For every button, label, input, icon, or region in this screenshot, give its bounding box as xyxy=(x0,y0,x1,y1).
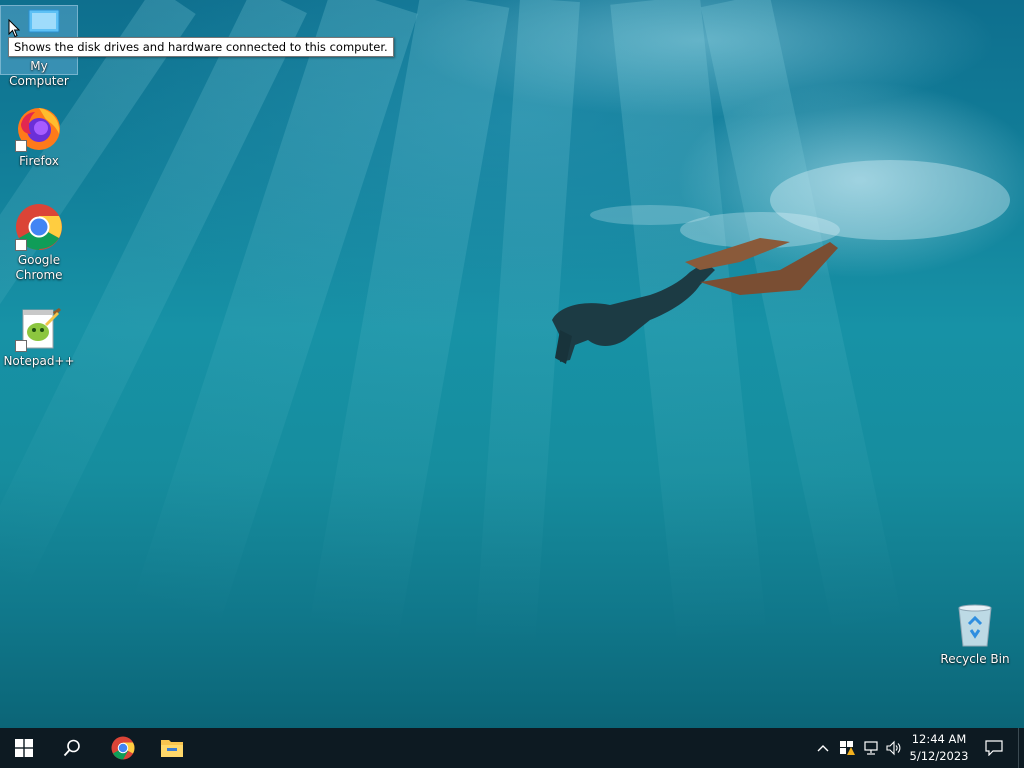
desktop-icon-firefox[interactable]: Firefox xyxy=(1,104,77,169)
windows-logo-icon xyxy=(15,739,33,757)
this-pc-icon xyxy=(15,6,63,36)
network-icon xyxy=(864,741,878,755)
desktop-icon-label: Firefox xyxy=(19,154,59,168)
desktop-icon-google-chrome[interactable]: Google Chrome xyxy=(1,203,77,283)
taskbar-chrome-button[interactable] xyxy=(99,728,147,768)
clock-date: 5/12/2023 xyxy=(909,749,969,763)
shortcut-arrow-icon xyxy=(15,239,27,251)
clock-time: 12:44 AM xyxy=(911,732,967,746)
freediver-silhouette xyxy=(552,160,1010,364)
shortcut-arrow-icon xyxy=(15,340,27,352)
recycle-bin-icon xyxy=(951,602,999,650)
desktop-icon-label: Recycle Bin xyxy=(940,652,1010,666)
folder-icon xyxy=(161,740,183,757)
tooltip: Shows the disk drives and hardware conne… xyxy=(8,37,394,57)
search-button[interactable] xyxy=(48,728,96,768)
windows-security-warning-icon xyxy=(840,741,855,755)
desktop-icon-label: Google Chrome xyxy=(15,253,63,282)
desktop-wallpaper xyxy=(0,0,1024,728)
network-tray-button[interactable] xyxy=(860,728,882,768)
taskbar-clock[interactable]: 12:44 AM 5/12/2023 xyxy=(906,728,972,768)
action-center-icon xyxy=(985,740,1003,756)
firefox-icon xyxy=(15,104,63,152)
action-center-button[interactable] xyxy=(976,728,1012,768)
desktop-icon-label: My Computer xyxy=(9,59,69,88)
volume-tray-button[interactable] xyxy=(883,728,905,768)
desktop-icon-label: Notepad++ xyxy=(3,354,75,368)
chrome-icon xyxy=(111,736,135,760)
windows-security-tray-button[interactable] xyxy=(836,728,858,768)
shortcut-arrow-icon xyxy=(15,140,27,152)
volume-icon xyxy=(886,740,901,756)
chevron-up-icon xyxy=(817,745,829,752)
desktop-icon-recycle-bin[interactable]: Recycle Bin xyxy=(937,602,1013,667)
taskbar: 12:44 AM 5/12/2023 xyxy=(0,728,1024,768)
show-desktop-button[interactable] xyxy=(1018,728,1024,768)
show-hidden-icons-button[interactable] xyxy=(812,728,834,768)
notepad-plus-plus-icon xyxy=(15,304,63,352)
desktop-icon-notepad-plus-plus[interactable]: Notepad++ xyxy=(1,304,77,369)
taskbar-file-explorer-button[interactable] xyxy=(148,728,196,768)
start-button[interactable] xyxy=(0,728,48,768)
mouse-cursor-icon xyxy=(8,19,20,38)
chrome-icon xyxy=(15,203,63,251)
search-icon xyxy=(63,739,80,757)
